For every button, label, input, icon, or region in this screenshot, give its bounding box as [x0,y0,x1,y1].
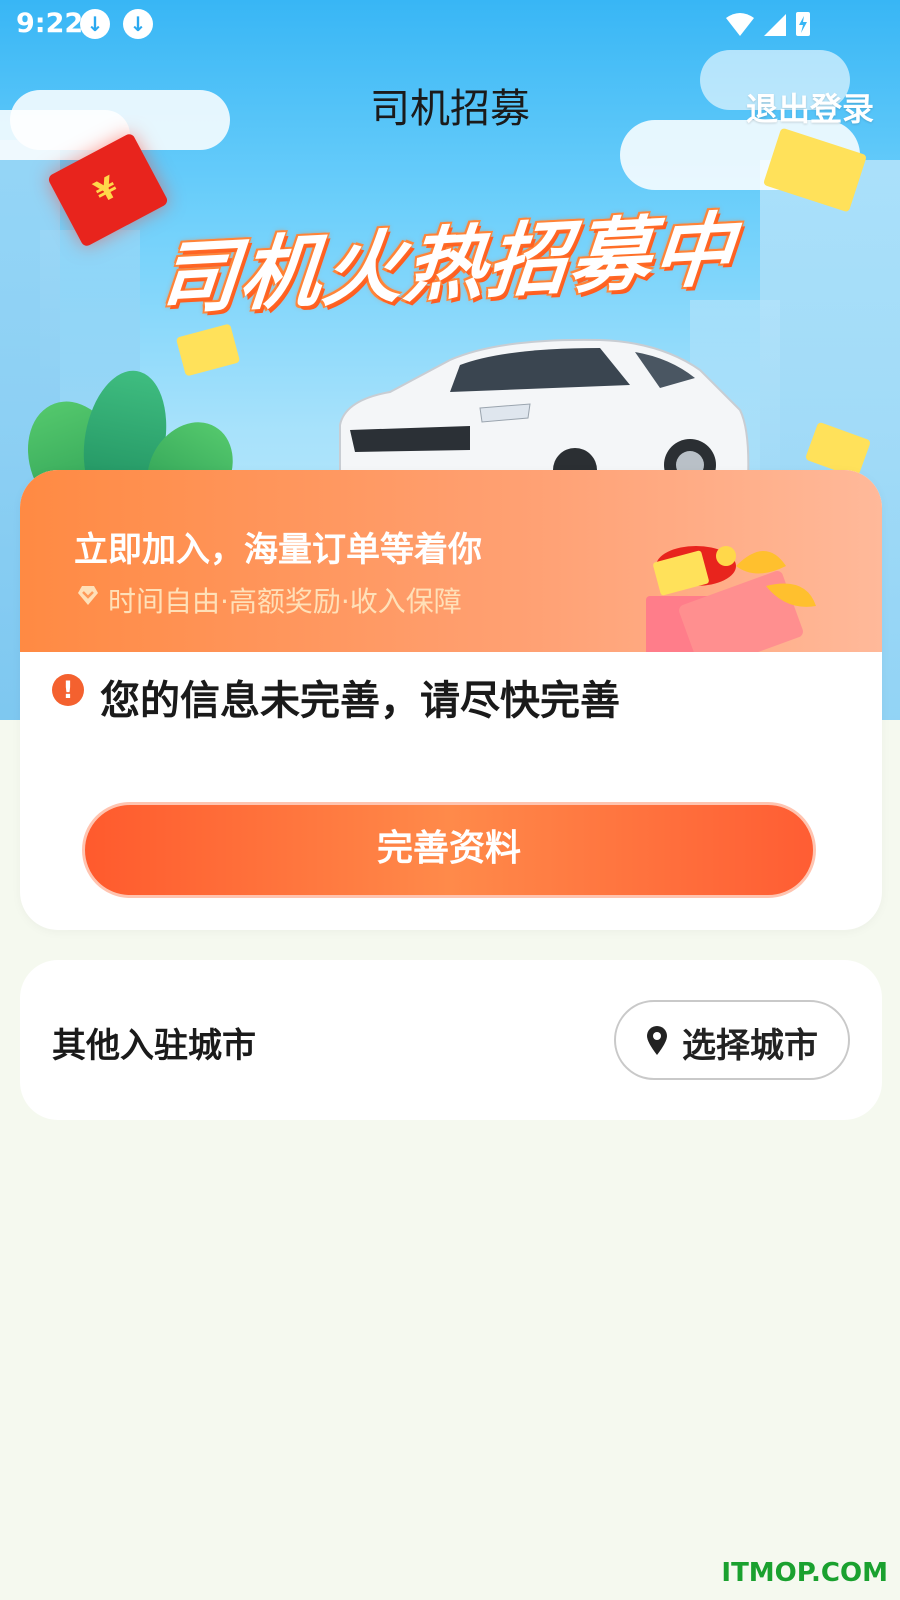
other-cities-label: 其他入驻城市 [52,1026,256,1066]
watermark: ITMOP.COM [721,1558,888,1588]
download-icon: ↓ [123,9,153,39]
warning-icon: ! [52,674,84,706]
recruiting-slogan: 司机火热招募中 [153,203,740,326]
select-city-label: 选择城市 [682,1026,818,1066]
diamond-heart-icon [78,586,98,605]
status-time: 9:22 [16,8,84,39]
select-city-button[interactable]: 选择城市 [614,1000,850,1080]
status-bar: 9:22 ↓ ↓ [0,0,900,46]
status-icons [724,10,834,45]
download-icon: ↓ [80,9,110,39]
yuan-symbol: ¥ [88,169,124,211]
location-pin-icon [647,1026,667,1055]
city-card: 其他入驻城市 选择城市 [20,960,882,1120]
promo-subtitle: 时间自由·高额奖励·收入保障 [108,585,462,618]
logout-button[interactable]: 退出登录 [746,84,874,130]
notice-text: 您的信息未完善，请尽快完善 [100,678,620,724]
flying-paper [175,323,241,377]
car-illustration [339,338,750,480]
signal-icon [764,14,786,36]
title-bar: 司机招募 退出登录 [0,70,900,132]
complete-profile-button[interactable]: 完善资料 [82,802,816,898]
profile-card: 立即加入，海量订单等着你 时间自由·高额奖励·收入保障 ! 您的信息未完善，请尽… [20,470,882,930]
promo-title: 立即加入，海量订单等着你 [74,530,482,570]
gift-box-icon [646,546,816,652]
wifi-icon [726,13,754,36]
promo-banner: 立即加入，海量订单等着你 时间自由·高额奖励·收入保障 [20,470,882,652]
